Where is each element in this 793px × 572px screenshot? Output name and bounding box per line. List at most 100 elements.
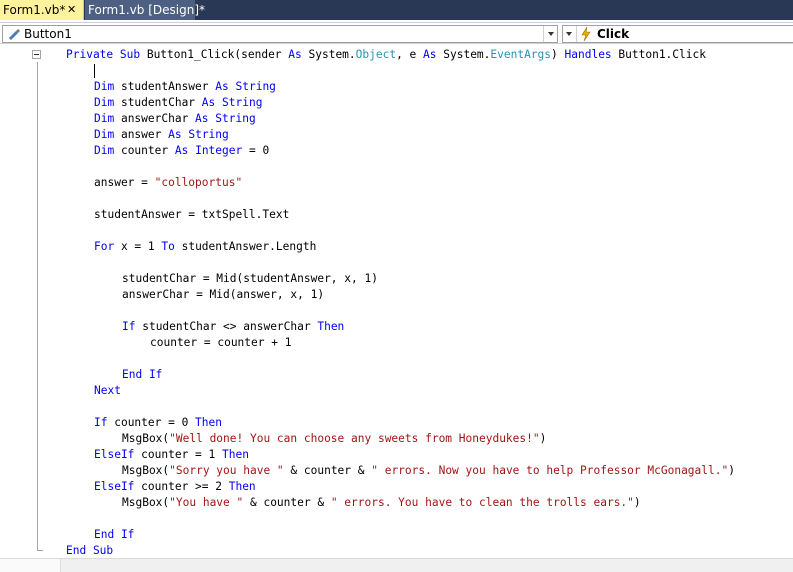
code-token: )	[539, 432, 547, 445]
chevron-down-icon[interactable]	[543, 26, 558, 42]
code-line[interactable]: Private Sub Button1_Click(sender As Syst…	[66, 47, 706, 63]
keyword-token: End If	[122, 368, 163, 381]
keyword-token: Then	[317, 320, 345, 333]
keyword-token: Dim	[94, 144, 115, 157]
keyword-token: Dim	[94, 80, 115, 93]
code-token: )	[633, 496, 641, 509]
event-dropdown-value: Click	[597, 27, 630, 41]
code-line[interactable]: Next	[94, 383, 121, 399]
keyword-token: Then	[195, 416, 222, 429]
navigation-bar: Button1 Click	[0, 22, 793, 44]
object-dropdown-value: Button1	[24, 27, 72, 41]
code-line[interactable]: ElseIf counter >= 2 Then	[94, 479, 256, 495]
keyword-token: Then	[221, 448, 249, 461]
keyword-token: Handles	[564, 48, 612, 61]
event-dropdown[interactable]: Click	[562, 25, 793, 43]
code-line[interactable]: MsgBox("You have " & counter & " errors.…	[122, 495, 641, 511]
code-token: studentChar	[114, 96, 202, 109]
code-token: System.	[301, 48, 356, 61]
code-token: , e	[396, 48, 424, 61]
code-line[interactable]: Dim answerChar As String	[94, 111, 256, 127]
code-token: Button1.Click	[611, 48, 706, 61]
code-token: counter = 0	[107, 416, 196, 429]
tab-form1-vb[interactable]: Form1.vb* ✕	[0, 0, 84, 20]
code-token: x = 1	[114, 240, 162, 253]
keyword-token: Then	[228, 480, 256, 493]
code-line[interactable]: answer = "colloportus"	[94, 175, 242, 191]
keyword-token: As	[195, 112, 209, 125]
code-token: studentAnswer	[114, 80, 216, 93]
code-token: Button1_Click(sender	[146, 48, 289, 61]
string-token: "Well done! You can choose any sweets fr…	[169, 432, 540, 445]
string-token: " errors. Now you have to help Professor…	[371, 464, 729, 477]
keyword-token: If	[94, 416, 108, 429]
scrollbar-corner-block	[0, 559, 61, 572]
string-token: "colloportus"	[154, 176, 243, 189]
code-token: studentChar <> answerChar	[135, 320, 318, 333]
code-line[interactable]: Dim studentAnswer As String	[94, 79, 276, 95]
type-token: EventArgs	[490, 48, 552, 61]
code-line[interactable]: End If	[94, 527, 134, 543]
keyword-token: Next	[94, 384, 121, 397]
horizontal-scrollbar[interactable]	[0, 558, 793, 572]
tab-label: Form1.vb [Design]*	[88, 3, 206, 17]
keyword-token: ElseIf	[94, 480, 135, 493]
outline-margin-end	[37, 550, 43, 551]
code-token: & counter &	[243, 496, 331, 509]
keyword-token: As	[423, 48, 437, 61]
code-editor[interactable]: Private Sub Button1_Click(sender As Syst…	[0, 45, 793, 572]
code-line[interactable]: If counter = 0 Then	[94, 415, 222, 431]
code-line[interactable]: Dim studentChar As String	[94, 95, 262, 111]
keyword-token: String	[235, 80, 276, 93]
object-dropdown[interactable]: Button1	[2, 25, 558, 43]
close-icon[interactable]: ✕	[67, 0, 76, 20]
control-icon	[7, 26, 21, 42]
code-line[interactable]: answerChar = Mid(answer, x, 1)	[122, 287, 324, 303]
code-line[interactable]: studentAnswer = txtSpell.Text	[94, 207, 289, 223]
code-token: )	[728, 464, 735, 477]
code-token: studentAnswer = txtSpell.Text	[94, 208, 290, 221]
string-token: "You have "	[169, 496, 244, 509]
lightning-icon	[579, 26, 593, 42]
keyword-token: As	[174, 144, 189, 157]
code-line[interactable]: Dim counter As Integer = 0	[94, 143, 269, 159]
code-line[interactable]: End Sub	[66, 543, 113, 559]
keyword-token: ElseIf	[94, 448, 135, 461]
code-token: counter >= 2	[134, 480, 229, 493]
keyword-token: String	[222, 96, 263, 109]
code-line[interactable]: Dim answer As String	[94, 127, 229, 143]
code-token: counter = counter + 1	[150, 336, 292, 349]
code-token: studentChar = Mid(studentAnswer, x, 1)	[122, 272, 378, 285]
code-line[interactable]: For x = 1 To studentAnswer.Length	[94, 239, 316, 255]
code-token: studentAnswer.Length	[174, 240, 317, 253]
keyword-token: As	[201, 96, 216, 109]
code-line[interactable]: ElseIf counter = 1 Then	[94, 447, 249, 463]
code-line[interactable]: studentChar = Mid(studentAnswer, x, 1)	[122, 271, 378, 287]
code-line[interactable]: counter = counter + 1	[150, 335, 291, 351]
code-line[interactable]: If studentChar <> answerChar Then	[122, 319, 344, 335]
keyword-token: End If	[94, 528, 135, 541]
code-token: counter = 1	[134, 448, 222, 461]
keyword-token: End Sub	[66, 544, 114, 557]
code-token: )	[551, 48, 565, 61]
chevron-down-icon[interactable]	[562, 26, 577, 42]
collapse-icon[interactable]	[32, 50, 41, 59]
code-token: System.	[436, 48, 491, 61]
keyword-token: Dim	[94, 96, 115, 109]
code-line[interactable]: MsgBox("Sorry you have " & counter & " e…	[122, 463, 735, 479]
keyword-token: As	[288, 48, 302, 61]
string-token: "Sorry you have "	[169, 464, 284, 477]
keyword-token: As	[215, 80, 229, 93]
tab-label: Form1.vb*	[3, 3, 66, 17]
code-token: answerChar = Mid(answer, x, 1)	[122, 288, 325, 301]
code-token: counter	[114, 144, 175, 157]
code-token: MsgBox(	[122, 496, 170, 509]
code-line[interactable]: End If	[122, 367, 162, 383]
outline-margin-line	[37, 62, 38, 551]
code-token: & counter &	[283, 464, 372, 477]
tab-form1-design[interactable]: Form1.vb [Design]*	[85, 0, 205, 20]
code-token: MsgBox(	[122, 464, 170, 477]
string-token: " errors. You have to clean the trolls e…	[330, 496, 634, 509]
code-line[interactable]: MsgBox("Well done! You can choose any sw…	[122, 431, 546, 447]
